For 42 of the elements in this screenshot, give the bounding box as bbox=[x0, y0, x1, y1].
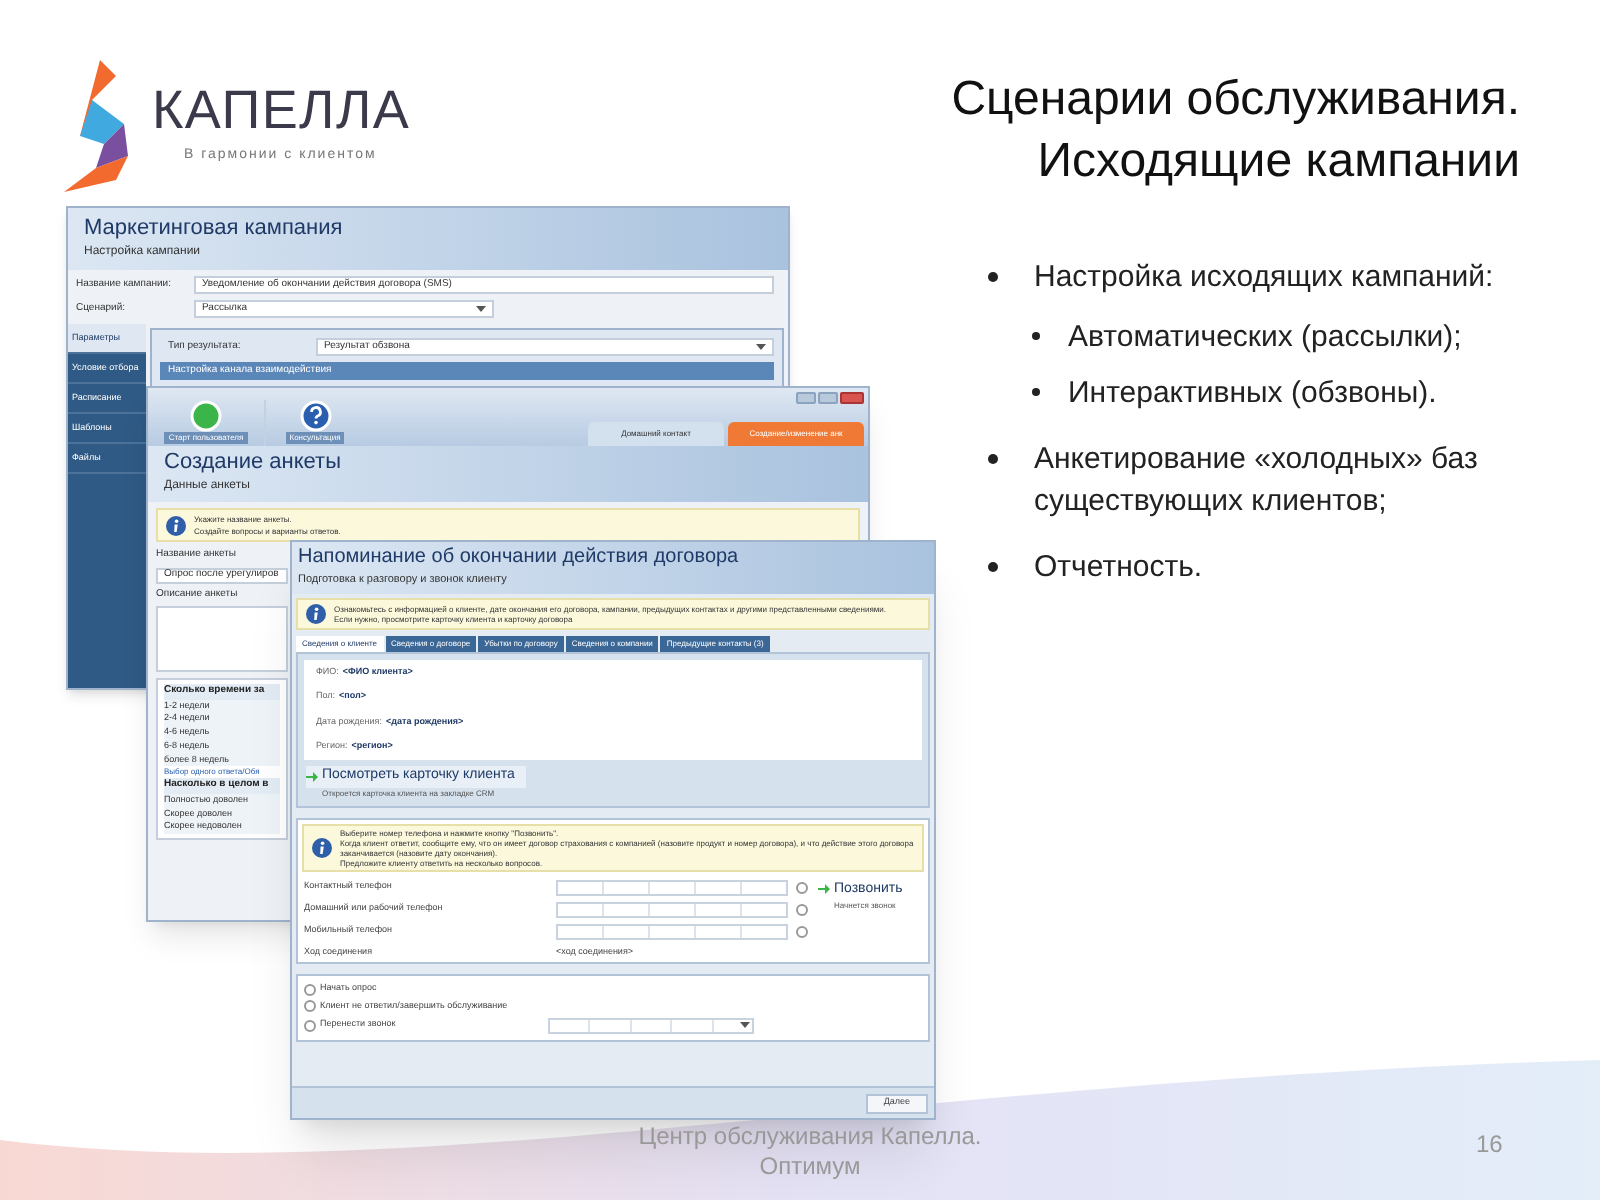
info-icon bbox=[312, 837, 332, 857]
help-icon[interactable] bbox=[299, 400, 331, 432]
caret-icon bbox=[476, 306, 486, 312]
window-title: Создание анкеты bbox=[164, 450, 343, 478]
phone-field[interactable] bbox=[556, 879, 788, 895]
caret-icon bbox=[740, 1022, 751, 1029]
arrow-icon bbox=[306, 771, 318, 782]
phone-field[interactable] bbox=[548, 1017, 754, 1034]
minimize-button[interactable] bbox=[796, 392, 816, 404]
bullet-icon bbox=[988, 454, 998, 464]
phone-field[interactable] bbox=[556, 923, 788, 939]
slide-title: Исходящие кампании bbox=[1037, 132, 1520, 192]
page-number: 16 bbox=[1476, 1128, 1503, 1162]
caret-icon bbox=[756, 344, 766, 350]
radio-button[interactable] bbox=[796, 925, 808, 937]
bullet-icon bbox=[1032, 332, 1040, 340]
circle-icon[interactable] bbox=[190, 400, 222, 432]
bullet-icon bbox=[988, 562, 998, 572]
bullet-text: Настройка исходящих кампаний: bbox=[1034, 258, 1494, 298]
info-icon bbox=[166, 515, 186, 535]
bullet-text: Интерактивных (обзвоны). bbox=[1068, 374, 1437, 414]
arrow-icon bbox=[818, 884, 830, 895]
bullet-icon bbox=[988, 272, 998, 282]
window-title: Напоминание об окончании действия договора bbox=[298, 546, 741, 571]
maximize-button[interactable] bbox=[818, 392, 838, 404]
bullet-text: Анкетирование «холодных» баз существующих клиентов; bbox=[1034, 440, 1480, 522]
close-button[interactable] bbox=[840, 392, 864, 404]
phone-field[interactable] bbox=[556, 901, 788, 917]
footer-text: Центр обслуживания Капелла. Оптимум bbox=[636, 1122, 984, 1182]
window-title: Маркетинговая кампания bbox=[84, 216, 345, 244]
radio-button[interactable] bbox=[304, 1000, 316, 1013]
radio-button[interactable] bbox=[796, 881, 808, 893]
bullet-icon bbox=[1032, 388, 1040, 396]
text-area[interactable] bbox=[156, 606, 288, 672]
bullet-text: Отчетность. bbox=[1034, 548, 1203, 588]
info-icon bbox=[306, 604, 326, 624]
radio-button[interactable] bbox=[304, 1019, 316, 1032]
radio-button[interactable] bbox=[304, 983, 316, 996]
radio-button[interactable] bbox=[796, 903, 808, 915]
bullet-text: Автоматических (рассылки); bbox=[1068, 318, 1462, 358]
logo-wordmark: КАПЕЛЛА bbox=[152, 84, 411, 139]
slide-title: Сценарии обслуживания. bbox=[951, 70, 1520, 130]
